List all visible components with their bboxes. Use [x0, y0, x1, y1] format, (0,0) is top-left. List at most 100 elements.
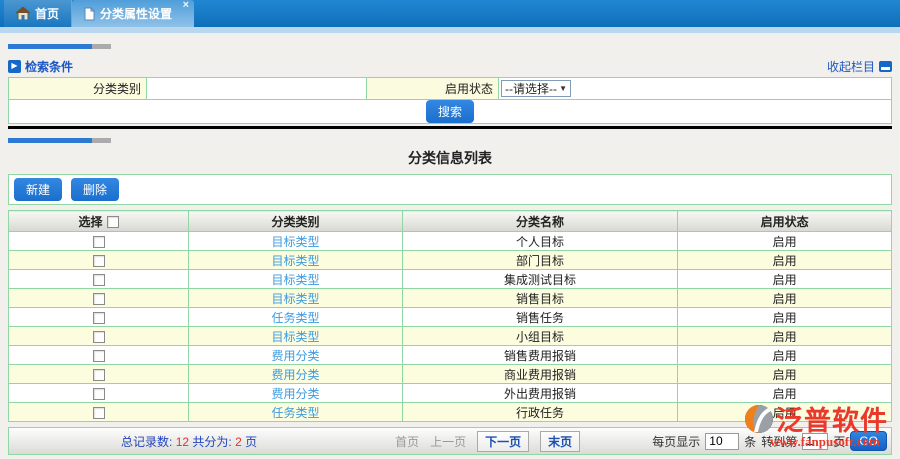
- select-cell: [9, 270, 189, 289]
- tab-home[interactable]: 首页: [4, 0, 72, 27]
- name-cell: 集成测试目标: [402, 270, 677, 289]
- table-row: 费用分类商业费用报销启用: [9, 365, 892, 384]
- column-status: 启用状态: [678, 211, 892, 232]
- select-cell: [9, 327, 189, 346]
- progress-bar-top: [8, 44, 111, 49]
- select-cell: [9, 308, 189, 327]
- category-link[interactable]: 任务类型: [271, 406, 319, 420]
- search-form: 分类类别 启用状态 --请选择-- ▼ 搜索: [8, 77, 892, 124]
- row-checkbox[interactable]: [93, 350, 105, 362]
- select-cell: [9, 251, 189, 270]
- search-button[interactable]: 搜索: [426, 100, 474, 123]
- document-icon: [84, 7, 95, 21]
- prev-page-link[interactable]: 上一页: [430, 433, 466, 450]
- name-cell: 小组目标: [402, 327, 677, 346]
- tab-close-icon[interactable]: ×: [183, 0, 189, 11]
- tab-current-label: 分类属性设置: [100, 5, 172, 22]
- category-link[interactable]: 目标类型: [271, 330, 319, 344]
- row-checkbox[interactable]: [93, 274, 105, 286]
- table-row: 任务类型行政任务启用: [9, 403, 892, 422]
- pagination-bar: 总记录数: 12 共分为: 2 页 首页 上一页 下一页 末页 每页显示 条 转…: [8, 427, 892, 455]
- category-link[interactable]: 目标类型: [271, 235, 319, 249]
- record-summary: 总记录数: 12 共分为: 2 页: [121, 433, 257, 450]
- table-row: 任务类型销售任务启用: [9, 308, 892, 327]
- status-cell: 启用: [678, 251, 892, 270]
- delete-button[interactable]: 删除: [71, 178, 119, 201]
- name-cell: 销售目标: [402, 289, 677, 308]
- category-input[interactable]: [147, 78, 366, 99]
- status-cell: 启用: [678, 346, 892, 365]
- table-row: 目标类型个人目标启用: [9, 232, 892, 251]
- row-checkbox[interactable]: [93, 331, 105, 343]
- category-table: 选择 分类类别 分类名称 启用状态 目标类型个人目标启用目标类型部门目标启用目标…: [8, 210, 892, 422]
- name-cell: 外出费用报销: [402, 384, 677, 403]
- status-cell: 启用: [678, 327, 892, 346]
- search-section-header: ▶ 检索条件: [8, 58, 73, 75]
- row-checkbox[interactable]: [93, 369, 105, 381]
- progress-bar-list: [8, 138, 111, 143]
- goto-page-input[interactable]: [802, 433, 828, 450]
- goto-label: 转到第: [761, 433, 797, 450]
- name-cell: 商业费用报销: [402, 365, 677, 384]
- section-divider: [8, 126, 892, 129]
- search-section-title: 检索条件: [25, 58, 73, 75]
- category-link[interactable]: 费用分类: [271, 349, 319, 363]
- status-cell: 启用: [678, 308, 892, 327]
- first-page-link[interactable]: 首页: [395, 433, 419, 450]
- table-row: 目标类型 部门目标启用: [9, 251, 892, 270]
- select-cell: [9, 346, 189, 365]
- new-button[interactable]: 新建: [14, 178, 62, 201]
- select-cell: [9, 289, 189, 308]
- row-checkbox[interactable]: [93, 407, 105, 419]
- category-link[interactable]: 目标类型: [271, 254, 319, 268]
- last-page-button[interactable]: 末页: [540, 431, 580, 452]
- per-page-input[interactable]: [705, 433, 739, 450]
- row-checkbox[interactable]: [93, 255, 105, 267]
- table-row: 费用分类销售费用报销启用: [9, 346, 892, 365]
- go-button[interactable]: GO: [850, 431, 887, 451]
- goto-unit: 页: [833, 433, 845, 450]
- status-field-cell: --请选择-- ▼: [499, 78, 892, 100]
- row-checkbox[interactable]: [93, 293, 105, 305]
- collapse-panel-link[interactable]: 收起栏目: [827, 58, 892, 75]
- tab-category-settings[interactable]: 分类属性设置 ×: [72, 0, 194, 27]
- status-select-value: --请选择--: [505, 80, 557, 97]
- column-select: 选择: [9, 211, 189, 232]
- status-cell: 启用: [678, 384, 892, 403]
- pager-controls: 首页 上一页 下一页 末页: [395, 431, 580, 452]
- collapse-label: 收起栏目: [827, 58, 875, 75]
- status-cell: 启用: [678, 289, 892, 308]
- play-icon: ▶: [8, 60, 21, 73]
- table-row: 费用分类 外出费用报销启用: [9, 384, 892, 403]
- status-select[interactable]: --请选择-- ▼: [501, 80, 571, 97]
- search-button-row: 搜索: [9, 100, 892, 124]
- chevron-down-icon: ▼: [559, 84, 567, 93]
- select-all-checkbox[interactable]: [107, 216, 119, 228]
- name-cell: 部门目标: [402, 251, 677, 270]
- column-category: 分类类别: [189, 211, 403, 232]
- status-field-label: 启用状态: [367, 78, 499, 100]
- category-link[interactable]: 费用分类: [271, 368, 319, 382]
- category-link[interactable]: 费用分类: [271, 387, 319, 401]
- column-name: 分类名称: [402, 211, 677, 232]
- row-checkbox[interactable]: [93, 388, 105, 400]
- row-checkbox[interactable]: [93, 312, 105, 324]
- category-field-label: 分类类别: [9, 78, 147, 100]
- select-cell: [9, 365, 189, 384]
- list-toolbar: 新建 删除: [8, 174, 892, 205]
- total-value: 12: [176, 435, 189, 449]
- row-checkbox[interactable]: [93, 236, 105, 248]
- total-label: 总记录数:: [121, 435, 172, 449]
- table-row: 目标类型 小组目标启用: [9, 327, 892, 346]
- name-cell: 个人目标: [402, 232, 677, 251]
- category-field-cell: [147, 78, 367, 100]
- next-page-button[interactable]: 下一页: [477, 431, 529, 452]
- pages-value: 2: [235, 435, 242, 449]
- category-link[interactable]: 目标类型: [271, 292, 319, 306]
- list-title: 分类信息列表: [8, 148, 892, 168]
- per-page-unit: 条: [744, 433, 756, 450]
- category-link[interactable]: 任务类型: [271, 311, 319, 325]
- table-row: 目标类型 销售目标启用: [9, 289, 892, 308]
- page-size-controls: 每页显示 条 转到第 页 GO: [652, 431, 887, 451]
- category-link[interactable]: 目标类型: [271, 273, 319, 287]
